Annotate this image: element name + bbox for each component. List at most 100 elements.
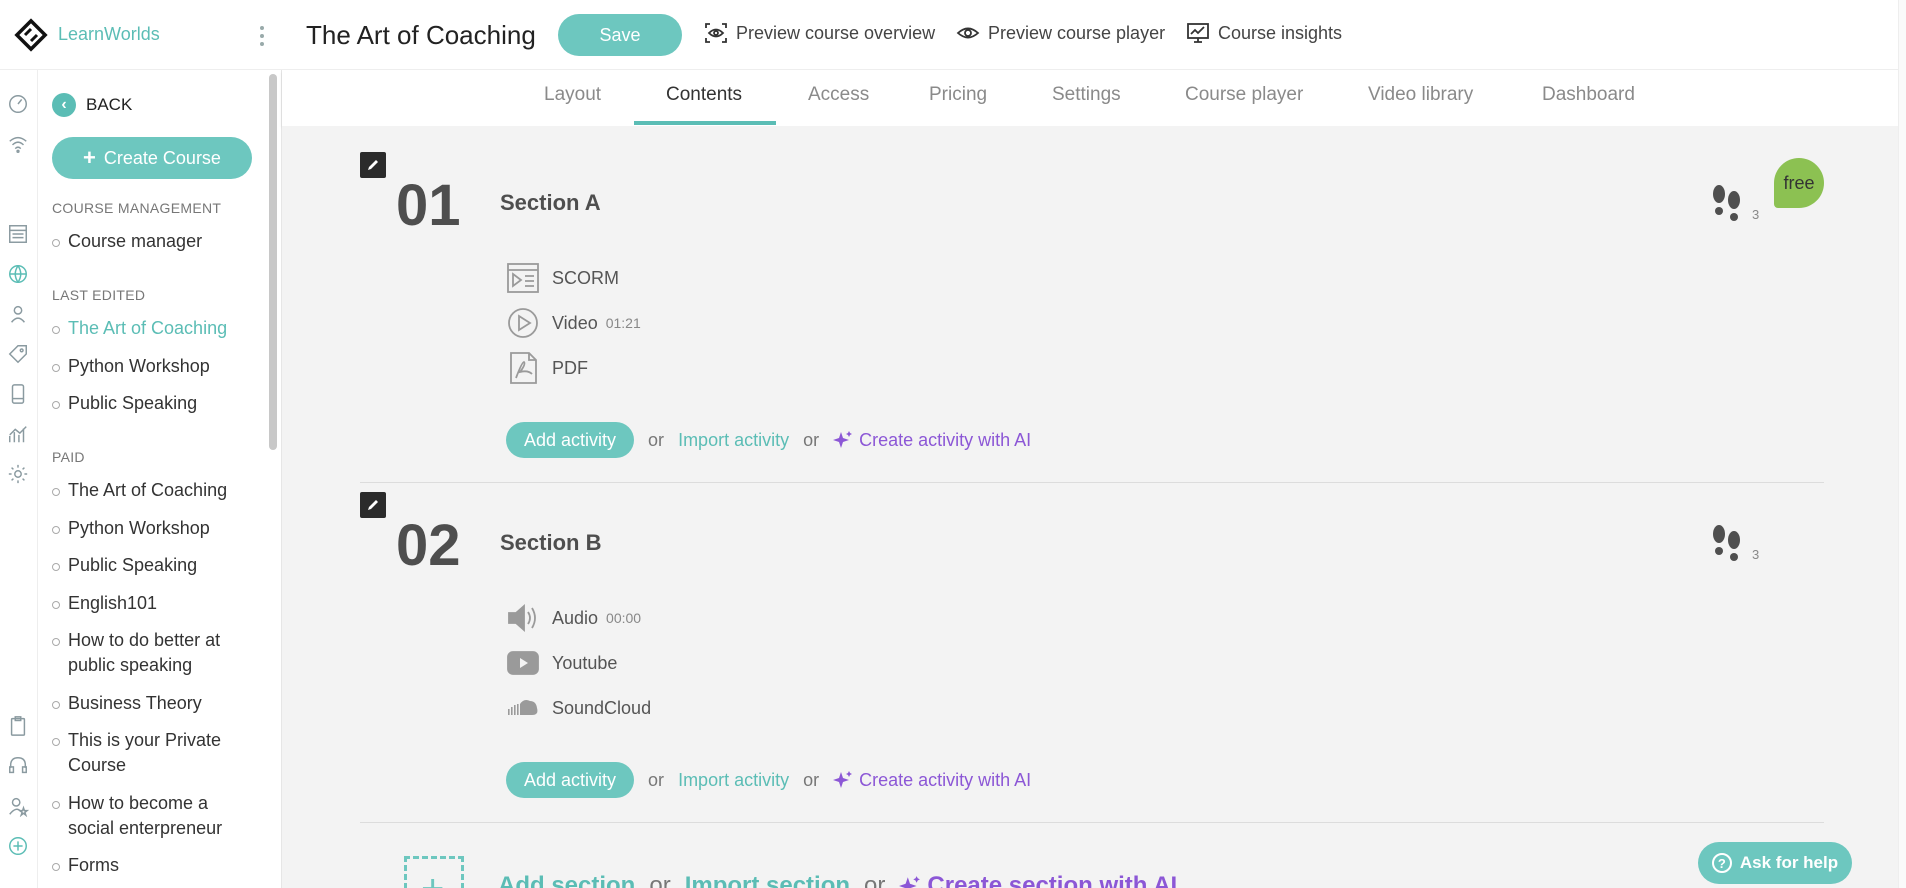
or-separator: or: [803, 769, 820, 790]
steps-count: 3: [1752, 207, 1760, 222]
preview-player-link[interactable]: Preview course player: [956, 22, 1165, 44]
add-section-link[interactable]: Add section: [498, 872, 635, 888]
tab-settings[interactable]: Settings: [1052, 84, 1121, 106]
import-activity-link[interactable]: Import activity: [678, 430, 789, 451]
create-section-ai-link[interactable]: Create section with AI: [899, 872, 1177, 888]
import-section-link[interactable]: Import section: [685, 872, 850, 888]
scorm-icon: [507, 263, 539, 293]
section-divider: [360, 482, 1824, 483]
save-button[interactable]: Save: [558, 14, 682, 56]
sidebar-item-paid[interactable]: Forms: [52, 853, 252, 878]
sidebar-item-paid[interactable]: Business Theory: [52, 691, 252, 716]
sidebar-item-course-manager[interactable]: Course manager: [52, 229, 252, 254]
gear-icon[interactable]: [6, 462, 30, 486]
tab-layout[interactable]: Layout: [544, 84, 601, 106]
soundcloud-icon: [508, 700, 538, 715]
tab-dashboard[interactable]: Dashboard: [1542, 84, 1635, 106]
footsteps-icon: [1713, 525, 1740, 561]
activity-item[interactable]: SoundCloud: [506, 692, 651, 724]
sparkle-icon: [833, 771, 853, 788]
activity-duration: 01:21: [605, 315, 641, 331]
brand-name[interactable]: LearnWorlds: [58, 24, 160, 45]
footsteps-icon: [1713, 185, 1740, 221]
page-scrollbar[interactable]: [1898, 0, 1906, 888]
paid-heading: PAID: [52, 449, 85, 465]
create-course-label: Create Course: [103, 147, 221, 168]
sidebar-item-paid[interactable]: The Art of Coaching: [52, 478, 252, 503]
sidebar-item-paid[interactable]: How to do better at public speaking: [52, 628, 252, 678]
activity-label: Youtube: [552, 652, 618, 673]
create-section-ai-label: Create section with AI: [927, 872, 1178, 888]
edit-section-button[interactable]: [360, 492, 386, 518]
video-icon: [508, 308, 538, 338]
youtube-icon: [507, 651, 539, 675]
headset-icon[interactable]: [6, 754, 30, 778]
analytics-icon[interactable]: [6, 422, 30, 446]
sidebar-item-paid[interactable]: This is your Private Course: [52, 728, 252, 778]
tab-pricing[interactable]: Pricing: [929, 84, 987, 106]
section-title[interactable]: Section B: [500, 530, 601, 556]
import-activity-link[interactable]: Import activity: [678, 770, 789, 791]
add-circle-icon[interactable]: [6, 834, 30, 858]
activity-item[interactable]: SCORM: [506, 262, 619, 294]
help-icon: ?: [1711, 853, 1732, 873]
section-number: 02: [396, 513, 461, 578]
plus-icon: +: [83, 145, 96, 170]
sidebar-item-last-edited[interactable]: Public Speaking: [52, 391, 252, 416]
sidebar-item-paid[interactable]: Public Speaking: [52, 553, 252, 578]
clipboard-icon[interactable]: [6, 714, 30, 738]
sidebar-item-paid[interactable]: How to become a social enterpreneur: [52, 791, 252, 841]
globe-icon[interactable]: [6, 262, 30, 286]
page-title: The Art of Coaching: [306, 20, 536, 50]
section-divider: [360, 822, 1824, 823]
back-button[interactable]: ‹ BACK: [52, 93, 132, 117]
tab-contents[interactable]: Contents: [666, 84, 742, 106]
sidebar-item-last-edited[interactable]: The Art of Coaching: [52, 316, 252, 341]
create-activity-ai-link[interactable]: Create activity with AI: [833, 430, 1031, 451]
section-number: 01: [396, 173, 461, 238]
tab-access[interactable]: Access: [808, 84, 869, 106]
activity-label: SoundCloud: [552, 697, 652, 718]
create-activity-ai-label: Create activity with AI: [859, 429, 1032, 450]
pencil-icon: [368, 500, 378, 510]
mobile-icon[interactable]: [6, 382, 30, 406]
tab-video-library[interactable]: Video library: [1368, 84, 1473, 106]
sidebar-item-paid[interactable]: English101: [52, 591, 252, 616]
user-icon[interactable]: [6, 302, 30, 326]
activity-item[interactable]: Youtube: [506, 647, 617, 679]
create-activity-ai-link[interactable]: Create activity with AI: [833, 770, 1031, 791]
section-steps: 3: [1710, 184, 1759, 222]
add-activity-button[interactable]: Add activity: [506, 762, 635, 798]
section-title[interactable]: Section A: [500, 190, 601, 216]
add-activity-button[interactable]: Add activity: [506, 422, 635, 458]
speedometer-icon[interactable]: [6, 92, 30, 116]
edit-section-button[interactable]: [360, 152, 386, 178]
sidebar-item-last-edited[interactable]: Python Workshop: [52, 354, 252, 379]
section-actions: Add activity or Import activity or Creat…: [506, 762, 1031, 798]
activity-label: Audio: [552, 607, 599, 628]
sidebar-item-paid[interactable]: Python Workshop: [52, 516, 252, 541]
preview-overview-link[interactable]: Preview course overview: [704, 22, 935, 44]
sparkle-icon: [833, 431, 853, 448]
user-star-icon[interactable]: [6, 794, 30, 818]
create-course-button[interactable]: + Create Course: [52, 137, 252, 179]
ask-for-help-button[interactable]: ? Ask for help: [1698, 842, 1852, 884]
audio-icon: [508, 604, 536, 632]
pages-icon[interactable]: [6, 222, 30, 246]
course-insights-link[interactable]: Course insights: [1186, 22, 1342, 44]
wifi-icon[interactable]: [6, 132, 30, 156]
more-options-icon[interactable]: [260, 26, 264, 46]
activity-item[interactable]: PDF: [506, 352, 588, 384]
section-actions: Add activity or Import activity or Creat…: [506, 422, 1031, 458]
sidebar-scrollbar[interactable]: [269, 74, 277, 450]
learnworlds-logo-icon[interactable]: [14, 17, 48, 52]
activity-item[interactable]: Video 01:21: [506, 307, 641, 339]
section-steps: 3: [1710, 524, 1759, 562]
steps-count: 3: [1752, 547, 1760, 562]
last-edited-heading: LAST EDITED: [52, 287, 146, 303]
activity-item[interactable]: Audio 00:00: [506, 602, 641, 634]
tag-icon[interactable]: [6, 342, 30, 366]
sidebar: LearnWorlds ‹ BACK + Create Course COURS…: [0, 0, 282, 888]
add-section-icon[interactable]: [404, 856, 464, 888]
tab-course-player[interactable]: Course player: [1185, 84, 1303, 106]
